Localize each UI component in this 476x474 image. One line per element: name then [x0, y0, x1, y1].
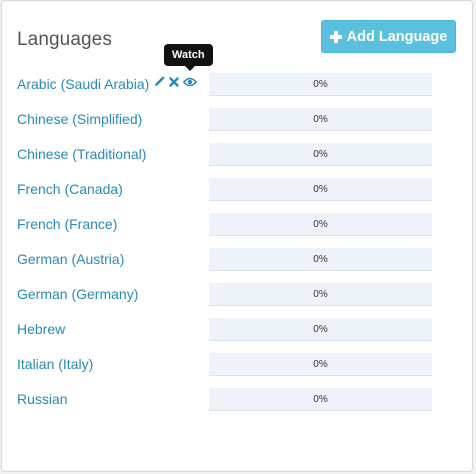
- language-link[interactable]: German (Austria): [17, 251, 124, 267]
- language-link[interactable]: German (Germany): [17, 286, 138, 302]
- language-row: Chinese (Simplified) 0%: [17, 108, 457, 132]
- progress-bar: 0%: [209, 388, 432, 411]
- progress-label: 0%: [313, 183, 328, 195]
- add-language-label: Add Language: [346, 28, 448, 45]
- language-row: Arabic (Saudi Arabia) 0%: [17, 73, 457, 97]
- close-icon[interactable]: [169, 76, 179, 87]
- progress-label: 0%: [313, 358, 328, 370]
- language-row: French (Canada) 0%: [17, 178, 457, 202]
- language-row: German (Austria) 0%: [17, 248, 457, 272]
- progress-label: 0%: [313, 393, 328, 405]
- progress-bar: 0%: [209, 143, 432, 166]
- progress-label: 0%: [313, 148, 328, 160]
- language-row: French (France) 0%: [17, 213, 457, 237]
- progress-bar: 0%: [209, 108, 432, 131]
- progress-label: 0%: [313, 253, 328, 265]
- language-link[interactable]: French (Canada): [17, 181, 123, 197]
- row-actions: [154, 76, 197, 87]
- language-link[interactable]: Hebrew: [17, 321, 65, 337]
- language-link[interactable]: Chinese (Simplified): [17, 111, 142, 127]
- progress-bar: 0%: [209, 283, 432, 306]
- language-row: German (Germany) 0%: [17, 283, 457, 307]
- progress-bar: 0%: [209, 73, 432, 96]
- panel-title: Languages: [17, 29, 112, 50]
- progress-label: 0%: [313, 288, 328, 300]
- language-link[interactable]: Russian: [17, 391, 68, 407]
- progress-bar: 0%: [209, 178, 432, 201]
- pencil-icon[interactable]: [154, 76, 165, 87]
- language-row: Russian 0%: [17, 388, 457, 412]
- progress-bar: 0%: [209, 318, 432, 341]
- plus-icon: [329, 30, 342, 43]
- languages-panel: Languages Add Language Arabic (Saudi Ara…: [1, 0, 473, 472]
- language-link[interactable]: French (France): [17, 216, 117, 232]
- language-link[interactable]: Chinese (Traditional): [17, 146, 146, 162]
- language-link[interactable]: Italian (Italy): [17, 356, 93, 372]
- language-row: Chinese (Traditional) 0%: [17, 143, 457, 167]
- progress-label: 0%: [313, 78, 328, 90]
- eye-icon[interactable]: [183, 77, 197, 87]
- progress-bar: 0%: [209, 248, 432, 271]
- language-row: Italian (Italy) 0%: [17, 353, 457, 377]
- watch-tooltip: Watch: [164, 44, 213, 71]
- progress-label: 0%: [313, 218, 328, 230]
- language-link[interactable]: Arabic (Saudi Arabia): [17, 76, 149, 92]
- progress-label: 0%: [313, 323, 328, 335]
- add-language-button[interactable]: Add Language: [321, 20, 456, 53]
- progress-bar: 0%: [209, 213, 432, 236]
- language-row: Hebrew 0%: [17, 318, 457, 342]
- progress-label: 0%: [313, 113, 328, 125]
- progress-bar: 0%: [209, 353, 432, 376]
